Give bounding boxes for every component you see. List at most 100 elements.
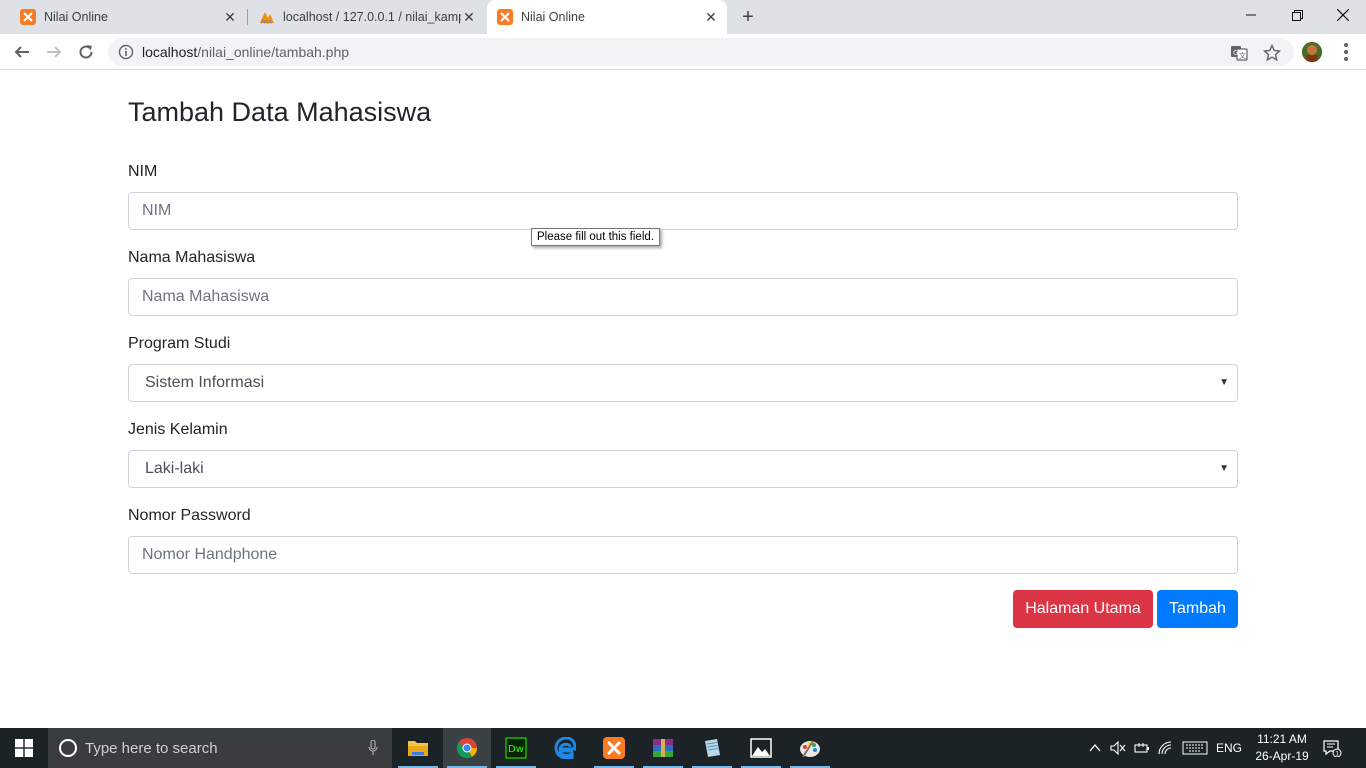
svg-text:PMA: PMA <box>261 20 272 25</box>
cortana-icon <box>59 739 77 757</box>
dreamweaver-app[interactable]: Dw <box>492 728 540 768</box>
tab-close-icon[interactable]: ✕ <box>461 9 477 25</box>
xampp-icon <box>20 9 36 25</box>
jenis-kelamin-select[interactable]: Laki-laki ▼ <box>128 450 1238 488</box>
jk-selected: Laki-laki <box>145 460 204 477</box>
tab-close-icon[interactable]: ✕ <box>222 9 238 25</box>
minimize-button[interactable] <box>1228 0 1274 30</box>
info-icon[interactable] <box>118 44 134 60</box>
chevron-up-icon[interactable] <box>1088 741 1102 755</box>
forward-button[interactable] <box>40 38 68 66</box>
keyboard-icon[interactable] <box>1182 741 1208 755</box>
notes-app[interactable] <box>688 728 736 768</box>
nomor-password-input[interactable]: Nomor Handphone <box>128 536 1238 574</box>
avatar-icon <box>1302 42 1322 62</box>
folder-icon <box>408 741 428 756</box>
browser-menu-button[interactable] <box>1336 42 1356 62</box>
tab-title: Nilai Online <box>44 10 108 24</box>
password-placeholder: Nomor Handphone <box>142 546 278 563</box>
nama-mahasiswa-input[interactable]: Nama Mahasiswa <box>128 278 1238 316</box>
password-label: Nomor Password <box>128 507 251 524</box>
tab-nilai-online-1[interactable]: Nilai Online ✕ <box>0 0 246 34</box>
notepad-icon <box>705 739 720 757</box>
nim-label: NIM <box>128 163 158 180</box>
microphone-icon[interactable] <box>368 740 378 756</box>
page-title: Tambah Data Mahasiswa <box>128 97 432 127</box>
close-window-button[interactable] <box>1320 0 1366 30</box>
restore-button[interactable] <box>1274 0 1320 30</box>
xampp-icon <box>497 9 513 25</box>
address-bar[interactable]: localhost/nilai_online/tambah.php G文 <box>108 38 1294 66</box>
paint-palette-icon <box>800 740 820 758</box>
chrome-icon <box>456 738 478 759</box>
chrome-app[interactable] <box>443 728 491 768</box>
wifi-icon[interactable] <box>1158 741 1174 755</box>
star-icon[interactable] <box>1263 44 1281 62</box>
nama-placeholder: Nama Mahasiswa <box>142 288 270 305</box>
system-tray: ENG <box>1088 728 1242 768</box>
image-icon <box>750 738 772 758</box>
file-explorer-app[interactable] <box>394 728 442 768</box>
svg-text:G: G <box>1233 49 1238 57</box>
tab-strip: Nilai Online ✕ PMA localhost / 127.0.0.1… <box>0 0 1366 34</box>
new-tab-button[interactable]: + <box>737 6 759 28</box>
profile-avatar[interactable] <box>1302 42 1322 62</box>
clock[interactable]: 11:21 AM 26-Apr-19 <box>1250 731 1314 765</box>
volume-muted-icon[interactable] <box>1110 741 1126 755</box>
validation-tooltip: Please fill out this field. <box>531 228 660 246</box>
close-icon <box>1337 9 1349 21</box>
phpmyadmin-icon: PMA <box>260 12 274 25</box>
tab-title: Nilai Online <box>521 10 585 24</box>
minimize-icon <box>1246 14 1256 16</box>
nim-placeholder: NIM <box>142 202 172 219</box>
translate-icon[interactable]: G文 <box>1230 44 1248 62</box>
tab-phpmyadmin[interactable]: PMA localhost / 127.0.0.1 / nilai_kamp ✕ <box>239 0 485 34</box>
xampp-app[interactable] <box>590 728 638 768</box>
page-content: Tambah Data Mahasiswa NIM NIM Please fil… <box>0 71 1366 728</box>
reload-button[interactable] <box>72 38 100 66</box>
dreamweaver-icon: Dw <box>505 737 527 759</box>
restore-icon <box>1291 9 1303 21</box>
back-button[interactable] <box>8 38 36 66</box>
tab-title: localhost / 127.0.0.1 / nilai_kamp <box>283 10 461 24</box>
caret-down-icon: ▼ <box>1219 377 1229 388</box>
notification-icon: 1 <box>1323 740 1342 758</box>
clock-time: 11:21 AM <box>1257 732 1307 746</box>
url-text[interactable]: localhost/nilai_online/tambah.php <box>142 44 349 60</box>
photos-app[interactable] <box>737 728 785 768</box>
start-button[interactable] <box>0 728 48 768</box>
nim-input[interactable]: NIM <box>128 192 1238 230</box>
notification-count: 1 <box>1335 751 1339 758</box>
halaman-utama-button[interactable]: Halaman Utama <box>1013 590 1153 628</box>
input-language[interactable]: ENG <box>1216 741 1242 755</box>
clock-date: 26-Apr-19 <box>1255 749 1309 763</box>
jk-label: Jenis Kelamin <box>128 421 228 438</box>
windows-icon <box>15 739 33 757</box>
xampp-icon <box>603 737 625 759</box>
svg-text:Dw: Dw <box>508 744 524 755</box>
prodi-label: Program Studi <box>128 335 231 352</box>
program-studi-select[interactable]: Sistem Informasi ▼ <box>128 364 1238 402</box>
arrow-right-icon <box>47 46 62 58</box>
paint-app[interactable] <box>786 728 834 768</box>
url-path: /nilai_online/tambah.php <box>197 44 350 60</box>
edge-app[interactable] <box>541 728 589 768</box>
arrow-left-icon <box>14 46 29 58</box>
tab-nilai-online-active[interactable]: Nilai Online ✕ <box>487 0 727 34</box>
winrar-icon <box>653 739 673 757</box>
url-host: localhost <box>142 44 198 60</box>
winrar-app[interactable] <box>639 728 687 768</box>
action-center-button[interactable]: 1 <box>1322 728 1346 768</box>
tab-close-icon[interactable]: ✕ <box>703 9 719 25</box>
windows-taskbar: Type here to search Dw ENG 11:21 AM 26-A… <box>0 728 1366 768</box>
edge-icon <box>554 737 576 759</box>
svg-text:文: 文 <box>1239 51 1246 60</box>
tambah-button[interactable]: Tambah <box>1157 590 1238 628</box>
reload-icon <box>79 45 93 59</box>
taskbar-search[interactable]: Type here to search <box>48 728 392 768</box>
browser-toolbar: localhost/nilai_online/tambah.php G文 <box>0 34 1366 70</box>
search-placeholder: Type here to search <box>85 739 218 757</box>
battery-icon[interactable] <box>1134 741 1150 755</box>
prodi-selected: Sistem Informasi <box>145 374 265 391</box>
nama-label: Nama Mahasiswa <box>128 249 256 266</box>
